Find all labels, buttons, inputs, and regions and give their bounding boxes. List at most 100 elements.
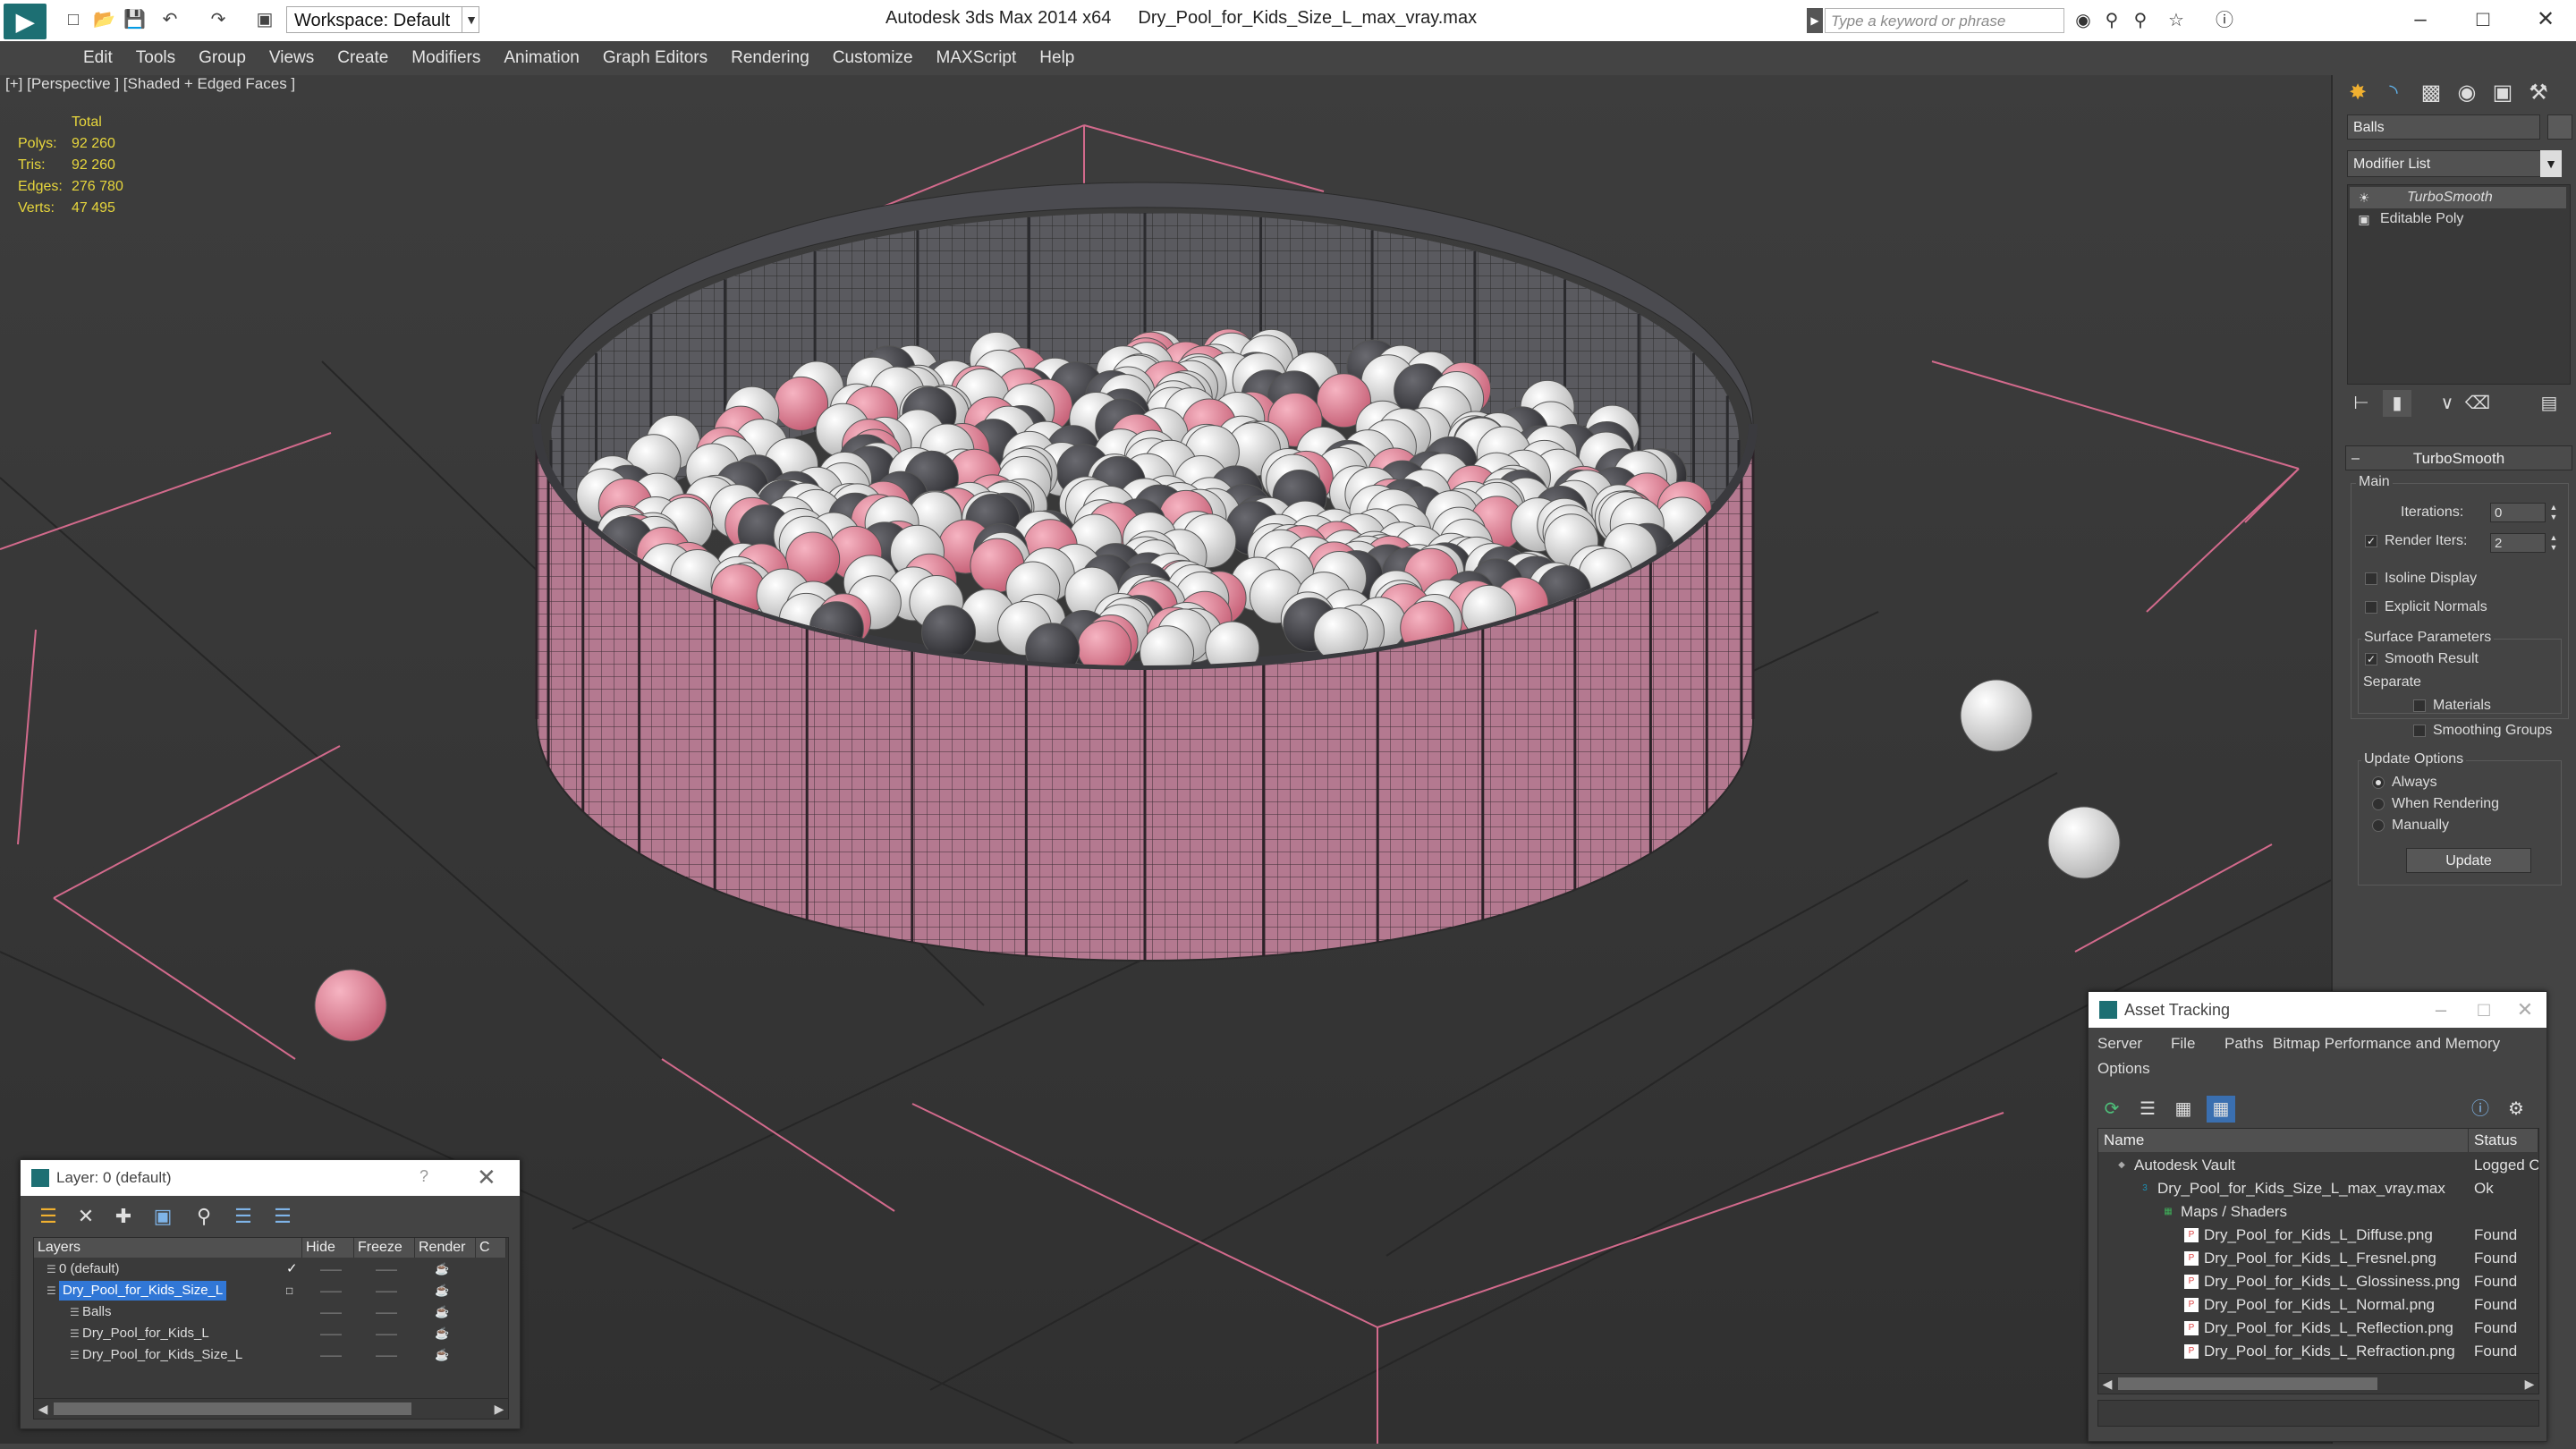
remove-modifier-icon[interactable]: ⌫ xyxy=(2463,390,2492,417)
help-icon[interactable]: ⓘ xyxy=(2213,8,2236,33)
radio-always[interactable] xyxy=(2372,776,2385,789)
menu-server[interactable]: Server xyxy=(2097,1035,2142,1053)
freeze-toggle-icon[interactable]: —— xyxy=(376,1324,397,1343)
freeze-toggle-icon[interactable]: —— xyxy=(376,1281,397,1301)
chevron-down-icon[interactable]: ▼ xyxy=(462,6,480,33)
layer-row[interactable]: ☰ Dry_Pool_for_Kids_Size_L □ —— —— ☕ xyxy=(36,1281,504,1301)
asset-row[interactable]: ▦ Maps / Shaders xyxy=(2098,1200,2538,1224)
layer-row[interactable]: ☰ Dry_Pool_for_Kids_L —— —— ☕ xyxy=(36,1324,504,1343)
column-header-freeze[interactable]: Freeze xyxy=(354,1238,415,1258)
menu-bitmap-performance[interactable]: Bitmap Performance and Memory xyxy=(2273,1035,2500,1053)
layer-name[interactable]: Dry_Pool_for_Kids_Size_L xyxy=(82,1345,242,1365)
highlight-selected-icon[interactable]: ⚲ xyxy=(189,1203,219,1230)
smooth-result-checkbox[interactable]: ✓ xyxy=(2365,653,2377,665)
asset-row[interactable]: P Dry_Pool_for_Kids_L_Normal.png Found xyxy=(2098,1293,2538,1317)
menu-item-animation[interactable]: Animation xyxy=(492,41,591,75)
layer-row[interactable]: ☰ Balls —— —— ☕ xyxy=(36,1302,504,1322)
layer-name[interactable]: Dry_Pool_for_Kids_Size_L xyxy=(59,1281,227,1301)
render-teapot-icon[interactable]: ☕ xyxy=(435,1281,449,1301)
favorites-star-icon[interactable]: ☆ xyxy=(2165,8,2188,33)
communication-icon[interactable]: ⚲ xyxy=(2129,8,2152,33)
asset-row[interactable]: P Dry_Pool_for_Kids_L_Diffuse.png Found xyxy=(2098,1224,2538,1247)
stack-item-editable-poly[interactable]: ▣ Editable Poly xyxy=(2350,208,2566,230)
create-layer-icon[interactable]: ☰ xyxy=(33,1203,64,1230)
column-header-layers[interactable]: Layers xyxy=(34,1238,302,1258)
object-color-swatch[interactable] xyxy=(2547,114,2572,140)
freeze-toggle-icon[interactable]: —— xyxy=(376,1259,397,1279)
make-unique-icon[interactable]: ∨ xyxy=(2433,390,2462,417)
add-to-layer-icon[interactable]: ✚ xyxy=(108,1203,139,1230)
tree-view-icon[interactable]: ▦ xyxy=(2169,1096,2198,1123)
layer-name[interactable]: 0 (default) xyxy=(59,1259,120,1279)
horizontal-scrollbar[interactable]: ◀ ▶ xyxy=(33,1398,509,1419)
horizontal-scrollbar[interactable]: ◀ ▶ xyxy=(2097,1373,2539,1394)
maximize-icon[interactable]: □ xyxy=(2466,996,2502,1024)
menu-item-customize[interactable]: Customize xyxy=(821,41,925,75)
materials-checkbox[interactable] xyxy=(2413,699,2426,712)
column-header-hide[interactable]: Hide xyxy=(302,1238,354,1258)
hide-toggle-icon[interactable]: —— xyxy=(320,1259,342,1279)
radio-manually[interactable] xyxy=(2372,819,2385,832)
redo-icon[interactable]: ↷ xyxy=(208,9,229,30)
hierarchy-tab-icon[interactable]: ▩ xyxy=(2413,75,2449,111)
save-file-icon[interactable]: 💾 xyxy=(123,9,146,30)
hide-all-icon[interactable]: ☰ xyxy=(228,1203,258,1230)
explicit-normals-checkbox[interactable] xyxy=(2365,601,2377,614)
render-teapot-icon[interactable]: ☕ xyxy=(435,1302,449,1322)
column-header-color[interactable]: C xyxy=(476,1238,506,1258)
scroll-thumb[interactable] xyxy=(2118,1377,2377,1390)
scroll-left-icon[interactable]: ◀ xyxy=(2098,1374,2116,1394)
menu-item-create[interactable]: Create xyxy=(326,41,400,75)
close-icon[interactable]: ✕ xyxy=(477,1164,496,1191)
iterations-spinner[interactable]: 0 xyxy=(2490,503,2546,522)
hide-toggle-icon[interactable]: —— xyxy=(320,1345,342,1365)
expand-plus-icon[interactable]: ▣ xyxy=(2357,208,2371,230)
minimize-icon[interactable]: – xyxy=(2394,4,2447,36)
utilities-tab-icon[interactable]: ⚒ xyxy=(2521,75,2556,111)
asset-row[interactable]: P Dry_Pool_for_Kids_L_Glossiness.png Found xyxy=(2098,1270,2538,1293)
render-iters-spinner[interactable]: 2 xyxy=(2490,533,2546,553)
asset-path-field[interactable] xyxy=(2097,1400,2539,1427)
scroll-thumb[interactable] xyxy=(54,1402,411,1415)
object-name-field[interactable]: Balls xyxy=(2347,114,2540,140)
pin-stack-icon[interactable]: ⊢ xyxy=(2347,390,2376,417)
asset-dialog-titlebar[interactable]: Asset Tracking – □ ✕ xyxy=(2089,992,2546,1028)
search-expand-icon[interactable]: ▶ xyxy=(1807,8,1823,33)
stack-item-turbosmooth[interactable]: ☀ TurboSmooth xyxy=(2350,187,2566,208)
open-file-icon[interactable]: 📂 xyxy=(93,9,115,30)
workspace-dropdown[interactable]: Workspace: Default xyxy=(286,6,479,33)
collapse-icon[interactable]: – xyxy=(2351,446,2360,471)
update-button[interactable]: Update xyxy=(2406,848,2531,873)
menu-file[interactable]: File xyxy=(2171,1035,2195,1053)
current-layer-check-icon[interactable]: ✓ xyxy=(286,1259,298,1279)
subscription-icon[interactable]: ⚲ xyxy=(2100,8,2123,33)
layer-table[interactable]: Layers Hide Freeze Render C ☰ 0 (default)… xyxy=(33,1237,509,1409)
menu-item-group[interactable]: Group xyxy=(187,41,258,75)
menu-options[interactable]: Options xyxy=(2097,1060,2150,1078)
create-tab-icon[interactable]: ✸ xyxy=(2340,75,2376,111)
scroll-right-icon[interactable]: ▶ xyxy=(2521,1374,2538,1394)
column-header-name[interactable]: Name xyxy=(2098,1129,2469,1152)
asset-row[interactable]: P Dry_Pool_for_Kids_L_Reflection.png Found xyxy=(2098,1317,2538,1340)
menu-item-edit[interactable]: Edit xyxy=(72,41,124,75)
configure-sets-icon[interactable]: ▤ xyxy=(2535,390,2563,417)
freeze-toggle-icon[interactable]: —— xyxy=(376,1302,397,1322)
help-button[interactable]: ? xyxy=(419,1167,428,1186)
maximize-icon[interactable]: □ xyxy=(2456,4,2510,36)
render-iters-checkbox[interactable]: ✓ xyxy=(2365,535,2377,547)
show-end-result-icon[interactable]: ▮ xyxy=(2383,390,2411,417)
select-objects-icon[interactable]: ▣ xyxy=(148,1203,178,1230)
modifier-stack[interactable]: ☀ TurboSmooth ▣ Editable Poly xyxy=(2347,184,2571,385)
layer-row[interactable]: ☰ 0 (default) ✓ —— —— ☕ xyxy=(36,1259,504,1279)
menu-item-rendering[interactable]: Rendering xyxy=(719,41,821,75)
radio-when-rendering[interactable] xyxy=(2372,798,2385,810)
modifier-list-dropdown[interactable]: Modifier List xyxy=(2347,150,2562,177)
menu-item-graph-editors[interactable]: Graph Editors xyxy=(591,41,719,75)
binoculars-icon[interactable]: ◉ xyxy=(2072,8,2095,33)
freeze-all-icon[interactable]: ☰ xyxy=(267,1203,298,1230)
rollout-header[interactable]: – TurboSmooth xyxy=(2345,445,2572,470)
table-view-icon[interactable]: ▦ xyxy=(2207,1096,2235,1123)
layer-checkbox[interactable]: □ xyxy=(286,1281,292,1301)
hide-toggle-icon[interactable]: —— xyxy=(320,1324,342,1343)
spinner-arrows-icon[interactable]: ▲ ▼ xyxy=(2547,503,2560,522)
